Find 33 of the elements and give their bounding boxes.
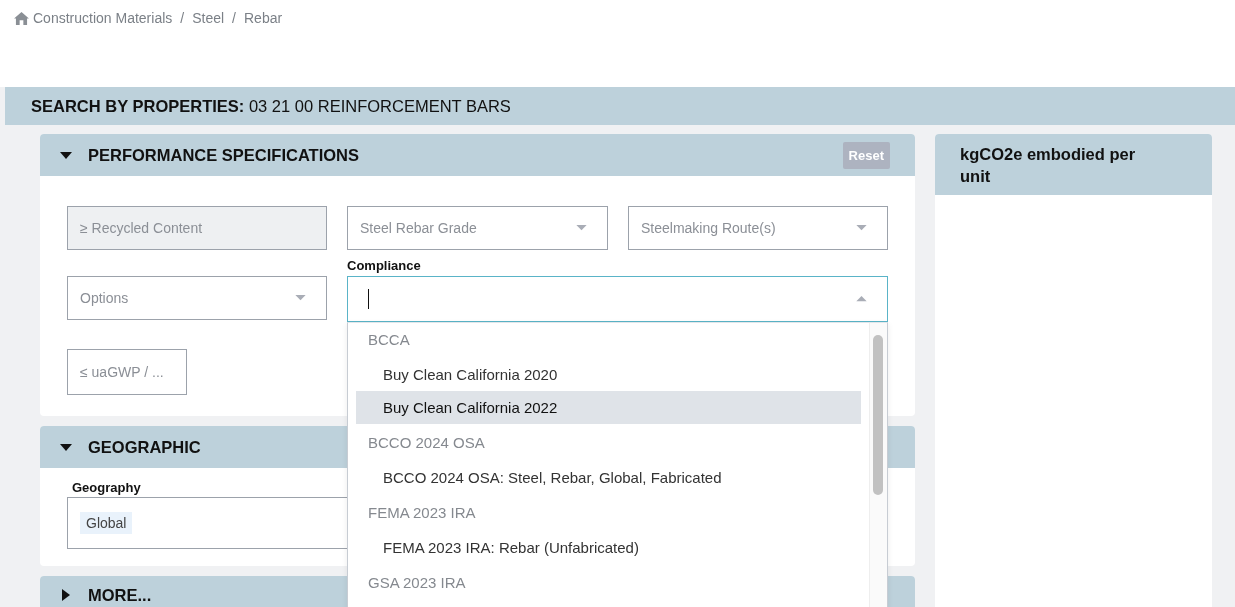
option-group-label: FEMA 2023 IRA (367, 503, 477, 523)
dropdown-option[interactable]: BCCO 2024 OSA: Steel, Rebar, Global, Fabricated (356, 461, 861, 494)
field-label: Compliance (347, 258, 421, 273)
select-field[interactable]: Options (67, 276, 327, 320)
option-group-label: BCCO 2024 OSA (367, 433, 486, 453)
combo-field[interactable] (347, 276, 888, 322)
breadcrumb-separator: / (180, 10, 185, 26)
section-header[interactable]: PERFORMANCE SPECIFICATIONS Reset (40, 134, 915, 176)
dropdown-arrow-icon (295, 295, 306, 301)
dropdown-arrow-icon (856, 296, 867, 302)
selected-tag[interactable]: Global (80, 512, 133, 534)
select-field[interactable]: Steelmaking Route(s) (628, 206, 888, 250)
option-group-label: GSA 2023 IRA (367, 573, 467, 593)
home-icon[interactable] (14, 12, 29, 25)
section-title: MORE... (88, 585, 152, 605)
section-title: PERFORMANCE SPECIFICATIONS (88, 145, 360, 165)
dropdown-arrow-icon (576, 225, 587, 231)
breadcrumb-separator: / (232, 10, 236, 26)
reset-button[interactable]: Reset (842, 141, 890, 169)
side-panel-title: kgCO2e embodied per unit (960, 144, 1137, 187)
field-label: Geography (72, 480, 141, 495)
dropdown-arrow-icon (856, 225, 867, 231)
breadcrumb-link[interactable]: Steel (192, 10, 225, 26)
breadcrumb-link[interactable]: Rebar (244, 10, 283, 26)
breadcrumb-link[interactable]: Construction Materials (33, 10, 173, 26)
section-title: GEOGRAPHIC (88, 437, 201, 457)
option-group-label: BCCA (367, 330, 411, 350)
number-field[interactable]: ≤ uaGWP / ... (67, 349, 187, 395)
select-field[interactable]: Steel Rebar Grade (347, 206, 608, 250)
dropdown-option[interactable]: Buy Clean California 2022 (356, 391, 861, 424)
page-title: SEARCH BY PROPERTIES: 03 21 00 REINFORCEMENT BARS (31, 96, 511, 116)
scrollbar[interactable] (869, 323, 887, 607)
dropdown-option[interactable]: Buy Clean California 2020 (356, 358, 861, 391)
